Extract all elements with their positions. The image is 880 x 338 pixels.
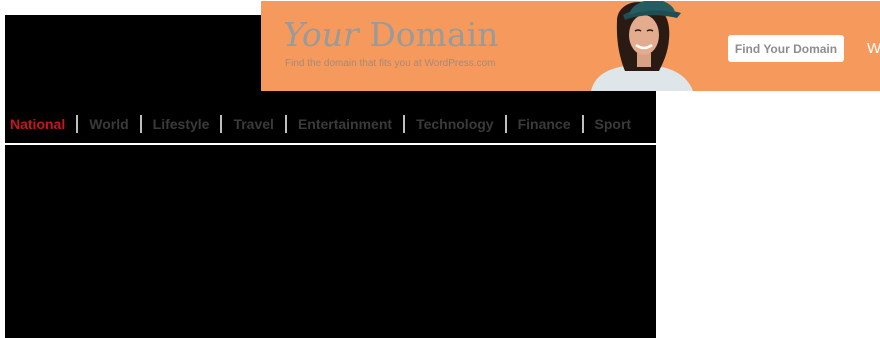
nav-divider xyxy=(5,143,656,145)
find-your-domain-button[interactable]: Find Your Domain xyxy=(728,35,844,62)
ad-title: Your Domain xyxy=(283,15,498,54)
nav-item-finance[interactable]: Finance xyxy=(507,115,582,133)
ad-title-italic: Your xyxy=(283,15,359,54)
nav-item-entertainment[interactable]: Entertainment xyxy=(287,115,403,133)
advertisement-banner[interactable]: Your Domain Find the domain that fits yo… xyxy=(261,1,880,91)
nav-item-sport[interactable]: Sport xyxy=(584,115,643,133)
nav-item-national[interactable]: National xyxy=(5,115,76,133)
main-navigation: National World Lifestyle Travel Entertai… xyxy=(5,114,642,134)
nav-item-technology[interactable]: Technology xyxy=(405,115,505,133)
ad-person-image xyxy=(591,1,693,91)
nav-item-lifestyle[interactable]: Lifestyle xyxy=(142,115,221,133)
ad-trailing-text: W xyxy=(867,40,880,57)
ad-tagline: Find the domain that fits you at WordPre… xyxy=(285,58,496,69)
nav-item-world[interactable]: World xyxy=(78,115,139,133)
ad-title-rest: Domain xyxy=(369,15,499,54)
nav-item-travel[interactable]: Travel xyxy=(222,115,284,133)
